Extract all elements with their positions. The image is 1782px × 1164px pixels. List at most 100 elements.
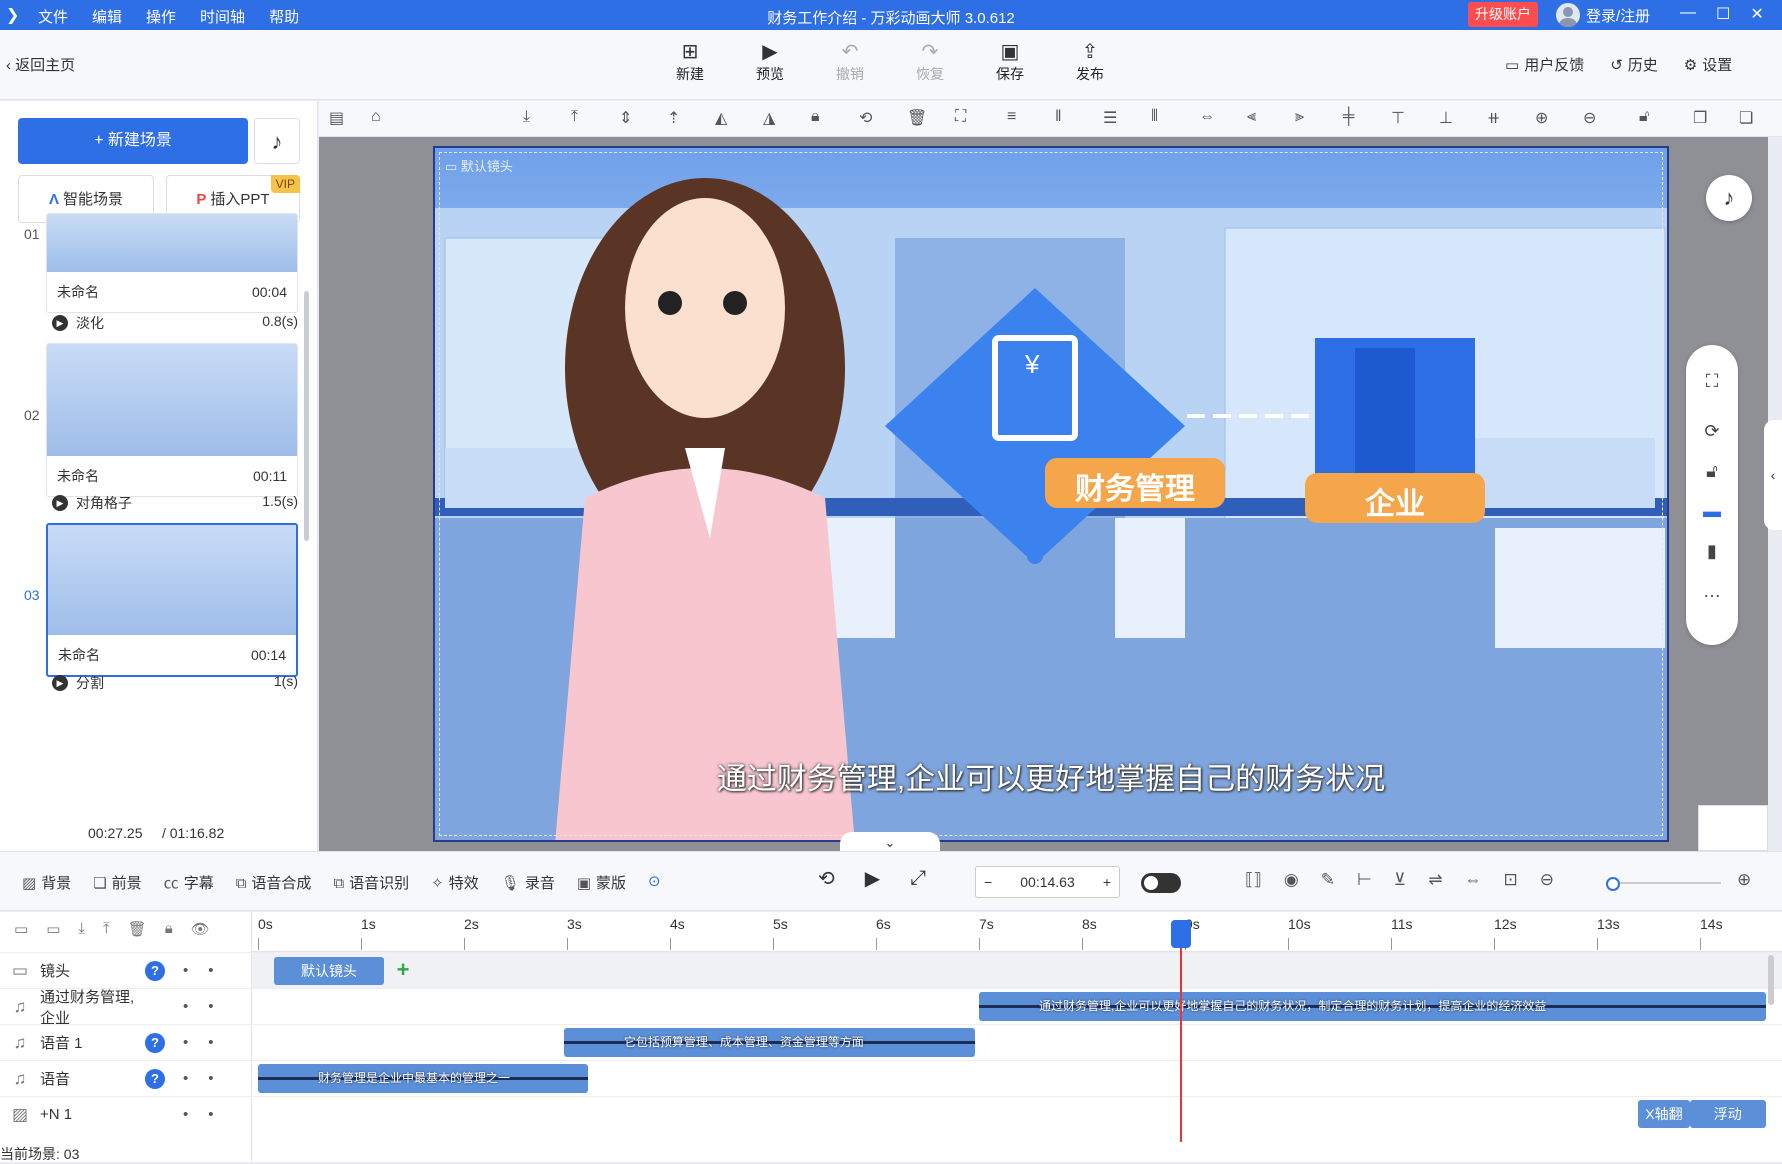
maximize-icon[interactable]: ☐ [1716,4,1730,24]
new-button[interactable]: ⊞ 新建 [650,40,730,84]
lock-icon[interactable]: 🔓︎ [1686,461,1738,482]
track-visibility-dots[interactable]: •• [183,962,234,979]
zoom-out-icon[interactable]: ⊖ [1540,870,1554,890]
track-visibility-dots[interactable]: •• [183,1106,234,1123]
help-icon[interactable]: ? [145,1032,165,1053]
desktop-icon[interactable]: ▬ [1686,501,1738,522]
playhead-handle[interactable] [1170,920,1191,948]
effect-lane[interactable] [252,1096,1782,1132]
adjust-icon[interactable]: ⇌ [1428,870,1442,890]
back-home-button[interactable]: ‹ 返回主页 [6,54,75,75]
camera-icon[interactable]: ◉ [1284,870,1299,890]
trash-icon[interactable]: 🗑︎ [128,920,147,938]
collapse-right-panel[interactable]: ‹ [1764,420,1782,530]
align-middle-icon[interactable]: ⇕ [619,108,632,128]
background-music-button[interactable]: ♪ [254,118,300,164]
play-icon[interactable]: ▶ [865,866,880,891]
align-right-icon[interactable]: ⫸ [1295,108,1304,126]
add-camera-icon[interactable]: + [392,959,414,981]
zoom-out-icon[interactable]: ⊖ [1583,108,1596,128]
timeline-zoom-slider[interactable] [1606,877,1721,891]
scene-transition[interactable]: ▶ 分割 1(s) [52,673,298,693]
effect-clip[interactable]: X轴翻 [1638,1100,1690,1128]
add-folder-icon[interactable]: ▭ [46,920,60,938]
track-visibility-dots[interactable]: •• [183,998,234,1015]
caption-button[interactable]: ㏄字幕 [164,872,214,893]
minimap[interactable] [1698,805,1768,851]
zoom-in-icon[interactable]: ⊕ [1535,108,1548,128]
time-stepper[interactable]: − 00:14.63 + [975,866,1120,898]
lock-icon[interactable]: 🔒︎ [811,108,820,126]
top-align-icon[interactable]: ⊤ [1391,108,1405,128]
publish-button[interactable]: ⇪ 发布 [1050,40,1130,84]
tree-icon[interactable]: ⊢ [1357,870,1372,890]
camera-lane[interactable]: 默认镜头 + [252,952,1782,988]
fit-icon[interactable]: ⛶ [955,108,966,126]
track-visibility-dots[interactable]: •• [183,1070,234,1087]
time-ruler[interactable]: 0s 1s 2s 3s 4s 5s 6s 7s 8s 9s 10s 11s 12s 13s 14s [252,912,1782,952]
upgrade-button[interactable]: 升级账户 [1468,2,1538,27]
more-icon[interactable]: … [1686,581,1738,602]
scene-canvas[interactable]: ¥ ▭ 默认镜头 财务管理 企业 通过财务管理,企业可以更好地掌握自己的财务状况 [433,146,1669,842]
new-folder-icon[interactable]: ▭ [14,920,28,938]
expand-icon[interactable]: ⤢ [910,867,926,890]
close-icon[interactable]: ✕ [1750,4,1763,24]
effects-button[interactable]: ✧ 特效 [431,872,479,893]
unlock-icon[interactable]: 🔓︎ [1639,108,1649,126]
scene-transition[interactable]: ▶ 淡化 0.8(s) [52,313,298,333]
lock-icon[interactable]: 🔒︎ [165,920,173,938]
distribute-h-icon[interactable]: ⦀ [1151,108,1158,126]
feedback-button[interactable]: ▭ 用户反馈 [1505,54,1584,75]
settings-button[interactable]: ⚙ 设置 [1684,54,1732,75]
align-top-icon[interactable]: ⤒ [571,108,578,126]
zoom-in-icon[interactable]: ⊕ [1737,870,1751,890]
track-header[interactable]: ▨ +N 1 •• [0,1096,252,1132]
track-visibility-dots[interactable]: •• [183,1034,234,1051]
effect-clip[interactable]: 浮动 [1689,1100,1766,1128]
scene-panel-scrollbar[interactable] [304,291,309,541]
music-float-button[interactable]: ♪ [1706,175,1752,221]
scene-card-selected[interactable]: 未命名 00:14 [46,523,298,677]
current-time-value[interactable]: 00:14.63 [1020,874,1075,890]
minus-icon[interactable]: − [984,874,992,890]
home-icon[interactable]: ⌂ [371,108,381,126]
tts-button[interactable]: ⧉ 语音合成 [236,872,312,893]
foreground-button[interactable]: ❏ 前景 [93,872,141,893]
move-down-icon[interactable]: ⤓ [78,920,85,938]
audio-lane[interactable] [252,1024,1782,1060]
collapse-timeline-button[interactable]: ⌄ [840,832,940,852]
scene-card[interactable]: 未命名 00:04 [46,213,298,313]
rotate-icon[interactable]: ⟲ [859,108,872,128]
audio-clip[interactable]: 它包括预算管理、成本管理、资金管理等方面 [563,1028,975,1057]
layer-up-icon[interactable]: ⇡ [667,108,680,128]
trash-icon[interactable]: 🗑︎ [907,108,927,128]
plus-icon[interactable]: + [1103,874,1111,890]
history-button[interactable]: ↺ 历史 [1610,54,1658,75]
align-v-icon[interactable]: ‖ [1055,108,1062,126]
scene-card[interactable]: 未命名 00:11 [46,343,298,497]
flip-vertical-icon[interactable]: ◮ [763,108,775,128]
record-button[interactable]: 🎙︎ 录音 [501,872,555,893]
background-button[interactable]: ▨ 背景 [22,872,71,893]
save-button[interactable]: ▣ 保存 [970,40,1050,84]
speech-recognition-button[interactable]: ⧉ 语音识别 [333,872,409,893]
center-icon[interactable]: ╪ [1343,108,1354,126]
ruler-icon[interactable]: ▤ [329,108,344,128]
toggle-switch[interactable] [1141,873,1181,893]
fullscreen-icon[interactable]: ⛶ [1686,371,1738,392]
align-bottom-icon[interactable]: ⤓ [523,108,530,126]
track-header[interactable]: ♫ 语音? •• [0,1060,252,1096]
filter-icon[interactable]: ⊻ [1394,870,1406,890]
playhead[interactable] [1179,922,1182,1142]
new-scene-button[interactable]: + 新建场景 [18,118,248,164]
eye-icon[interactable]: 👁︎ [191,920,210,938]
redo-button[interactable]: ↷ 恢复 [890,40,970,84]
track-header[interactable]: ▭ 镜头? •• [0,952,252,988]
audio-clip[interactable]: 通过财务管理,企业可以更好地掌握自己的财务状况，制定合理的财务计划，提高企业的经… [979,992,1766,1021]
scene-transition[interactable]: ▶ 对角格子 1.5(s) [52,493,298,513]
edit-icon[interactable]: ✎ [1321,870,1335,890]
distribute-v-icon[interactable]: ☰ [1103,108,1117,128]
spacing-icon[interactable]: ⧺ [1487,108,1500,128]
bottom-align-icon[interactable]: ⊥ [1439,108,1453,128]
mobile-icon[interactable]: ▮ [1686,541,1738,562]
